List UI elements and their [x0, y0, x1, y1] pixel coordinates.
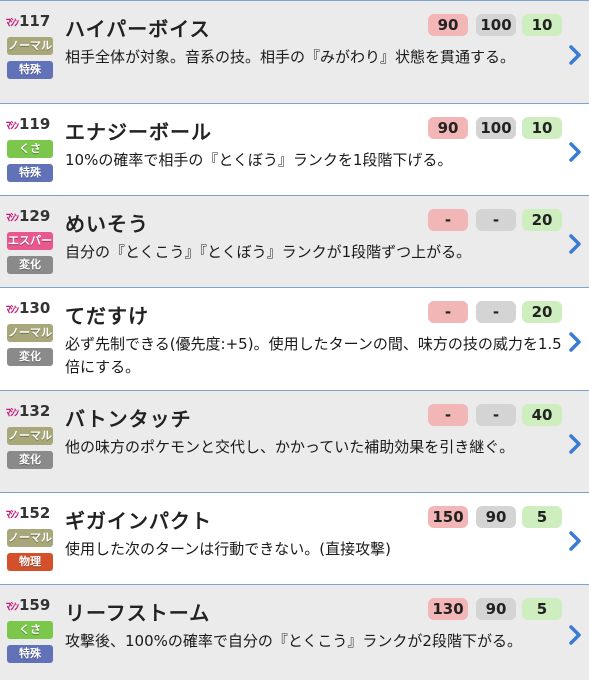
accuracy-badge: 90	[476, 598, 516, 620]
move-row[interactable]: ﾏｼﾝ130 ノーマル 変化 てだすけ - - 20 必ず先制できる(優先度:+…	[0, 287, 589, 390]
power-badge: -	[428, 404, 468, 426]
machine-prefix: ﾏｼﾝ	[6, 510, 19, 521]
machine-prefix: ﾏｼﾝ	[6, 408, 19, 419]
move-name: ハイパーボイス	[65, 17, 211, 41]
move-description: 必ず先制できる(優先度:+5)。使用したターンの間、味方の技の威力を1.5倍にす…	[65, 335, 562, 376]
pp-badge: 5	[522, 506, 562, 528]
machine-prefix: ﾏｼﾝ	[6, 121, 19, 132]
move-name: エナジーボール	[65, 120, 212, 144]
machine-number-value: 132	[19, 402, 51, 420]
category-badge: 変化	[7, 348, 53, 366]
pp-badge: 5	[522, 598, 562, 620]
power-badge: 130	[428, 598, 468, 620]
chevron-right-icon[interactable]	[567, 530, 583, 552]
machine-number-value: 130	[19, 299, 51, 317]
move-description: 他の味方のポケモンと交代し、かかっていた補助効果を引き継ぐ。	[65, 438, 515, 456]
move-row[interactable]: ﾏｼﾝ159 くさ 特殊 リーフストーム 130 90 5 攻撃後、100%の確…	[0, 584, 589, 680]
chevron-right-icon[interactable]	[567, 331, 583, 353]
machine-number-value: 152	[19, 504, 51, 522]
power-badge: 150	[428, 506, 468, 528]
machine-number-value: 119	[19, 115, 51, 133]
machine-prefix: ﾏｼﾝ	[6, 305, 19, 316]
move-row[interactable]: ﾏｼﾝ152 ノーマル 物理 ギガインパクト 150 90 5 使用した次のター…	[0, 492, 589, 584]
move-name: バトンタッチ	[65, 407, 192, 431]
power-badge: -	[428, 301, 468, 323]
move-name: てだすけ	[65, 304, 149, 328]
chevron-right-icon[interactable]	[567, 141, 583, 163]
pp-badge: 20	[522, 209, 562, 231]
machine-prefix: ﾏｼﾝ	[6, 602, 19, 613]
machine-number: ﾏｼﾝ132	[6, 404, 50, 421]
machine-number: ﾏｼﾝ159	[6, 598, 50, 615]
machine-number: ﾏｼﾝ119	[6, 117, 50, 134]
accuracy-badge: 100	[476, 117, 516, 139]
move-description: 自分の『とくこう』『とくぼう』ランクが1段階ずつ上がる。	[65, 243, 472, 261]
category-badge: 特殊	[7, 61, 53, 79]
move-description: 相手全体が対象。音系の技。相手の『みがわり』状態を貫通する。	[65, 48, 516, 66]
move-row[interactable]: ﾏｼﾝ117 ノーマル 特殊 ハイパーボイス 90 100 10 相手全体が対象…	[0, 0, 589, 103]
accuracy-badge: -	[476, 301, 516, 323]
chevron-right-icon[interactable]	[567, 233, 583, 255]
pp-badge: 10	[522, 14, 562, 36]
power-badge: 90	[428, 14, 468, 36]
pp-badge: 10	[522, 117, 562, 139]
type-badge: エスパー	[7, 232, 53, 250]
machine-number: ﾏｼﾝ117	[6, 14, 50, 31]
move-description: 使用した次のターンは行動できない。(直接攻撃)	[65, 540, 391, 558]
power-badge: 90	[428, 117, 468, 139]
machine-number-value: 117	[19, 12, 51, 30]
move-description: 攻撃後、100%の確率で自分の『とくこう』ランクが2段階下がる。	[65, 632, 522, 650]
category-badge: 変化	[7, 256, 53, 274]
machine-number-value: 129	[19, 207, 51, 225]
move-row[interactable]: ﾏｼﾝ129 エスパー 変化 めいそう - - 20 自分の『とくこう』『とくぼ…	[0, 195, 589, 287]
accuracy-badge: 90	[476, 506, 516, 528]
machine-number: ﾏｼﾝ152	[6, 506, 50, 523]
move-row[interactable]: ﾏｼﾝ119 くさ 特殊 エナジーボール 90 100 10 10%の確率で相手…	[0, 103, 589, 195]
chevron-right-icon[interactable]	[567, 44, 583, 66]
move-name: ギガインパクト	[65, 509, 212, 533]
type-badge: ノーマル	[7, 324, 53, 342]
accuracy-badge: 100	[476, 14, 516, 36]
power-badge: -	[428, 209, 468, 231]
machine-number: ﾏｼﾝ129	[6, 209, 50, 226]
pp-badge: 20	[522, 301, 562, 323]
type-badge: くさ	[7, 140, 53, 158]
category-badge: 変化	[7, 451, 53, 469]
machine-number: ﾏｼﾝ130	[6, 301, 50, 318]
type-badge: ノーマル	[7, 37, 53, 55]
category-badge: 特殊	[7, 645, 53, 663]
move-description: 10%の確率で相手の『とくぼう』ランクを1段階下げる。	[65, 151, 453, 169]
type-badge: ノーマル	[7, 427, 53, 445]
move-name: リーフストーム	[65, 601, 211, 625]
type-badge: くさ	[7, 621, 53, 639]
move-name: めいそう	[65, 212, 149, 236]
chevron-right-icon[interactable]	[567, 433, 583, 455]
type-badge: ノーマル	[7, 529, 53, 547]
accuracy-badge: -	[476, 404, 516, 426]
accuracy-badge: -	[476, 209, 516, 231]
machine-prefix: ﾏｼﾝ	[6, 213, 19, 224]
machine-number-value: 159	[19, 596, 51, 614]
category-badge: 物理	[7, 553, 53, 571]
category-badge: 特殊	[7, 164, 53, 182]
move-row[interactable]: ﾏｼﾝ132 ノーマル 変化 バトンタッチ - - 40 他の味方のポケモンと交…	[0, 390, 589, 492]
machine-prefix: ﾏｼﾝ	[6, 18, 19, 29]
chevron-right-icon[interactable]	[567, 624, 583, 646]
pp-badge: 40	[522, 404, 562, 426]
